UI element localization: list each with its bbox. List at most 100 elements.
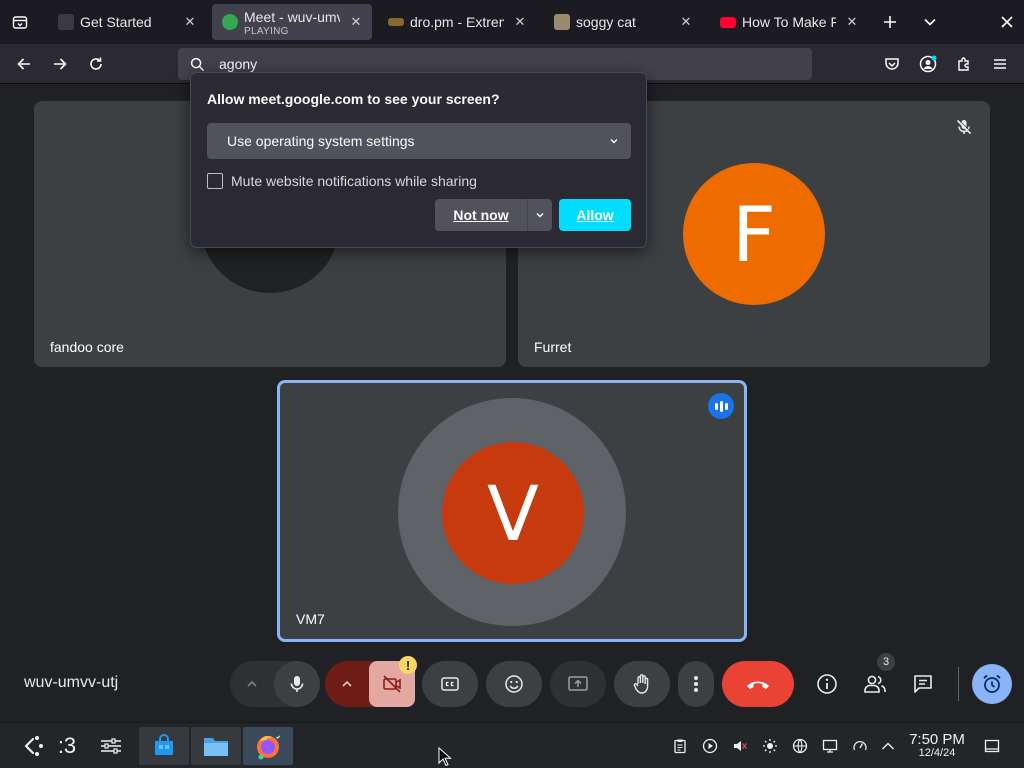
tab-youtube[interactable]: How To Make F ✕ (710, 4, 868, 40)
more-vert-icon (694, 676, 698, 692)
tab-bar: Get Started ✕ Meet - wuv-umvv-utj PLAYIN… (0, 0, 1024, 44)
closed-captions-icon (441, 677, 459, 691)
emoji-smile-icon (505, 675, 523, 693)
mic-icon (290, 676, 304, 692)
raise-hand-icon (633, 674, 649, 694)
discover-store-icon[interactable] (139, 727, 189, 765)
app-launcher-icon[interactable] (18, 727, 48, 765)
chevron-down-icon (610, 139, 618, 144)
clock-date: 12/4/24 (918, 747, 956, 759)
controls-divider (958, 667, 959, 701)
checkbox-label: Mute website notifications while sharing (231, 173, 477, 189)
reload-icon[interactable] (84, 52, 108, 76)
leave-call-button[interactable] (722, 661, 794, 707)
hamburger-menu-icon[interactable] (988, 52, 1012, 76)
tab-meet[interactable]: Meet - wuv-umvv-utj PLAYING ✕ (212, 4, 372, 40)
tab-title: Meet - wuv-umvv-utj (244, 9, 340, 25)
clipboard-icon[interactable] (670, 736, 690, 756)
alarm-clock-icon (983, 674, 1001, 693)
screen-source-select[interactable]: Use operating system settings (207, 123, 631, 159)
system-settings-icon[interactable] (96, 727, 126, 765)
soggy-cat-favicon-icon (554, 14, 570, 30)
brightness-sun-icon[interactable] (760, 736, 780, 756)
list-all-tabs-icon[interactable] (8, 10, 32, 34)
extensions-puzzle-icon[interactable] (952, 52, 976, 76)
tab-get-started[interactable]: Get Started ✕ (48, 4, 206, 40)
chat-button[interactable] (907, 668, 939, 700)
mouse-cursor-icon (438, 747, 452, 767)
camera-off-icon (383, 675, 401, 693)
tab-close-icon[interactable]: ✕ (182, 14, 198, 30)
mute-notifications-checkbox[interactable] (207, 173, 223, 189)
mic-muted-icon (954, 117, 974, 137)
participant-name: Furret (534, 339, 572, 355)
participant-tile-vm7[interactable]: V VM7 (277, 380, 747, 642)
pager-label[interactable]: :3 (52, 727, 82, 765)
reactions-button[interactable] (486, 661, 542, 707)
mic-button[interactable] (274, 661, 320, 707)
power-gauge-icon[interactable] (850, 736, 870, 756)
tab-close-icon[interactable]: ✕ (512, 14, 528, 30)
system-clock[interactable]: 7:50 PM 12/4/24 (904, 731, 970, 759)
not-now-dropdown-chevron-down-icon[interactable] (527, 199, 552, 231)
media-player-icon[interactable] (700, 736, 720, 756)
present-screen-icon (568, 676, 588, 691)
firefox-icon[interactable] (243, 727, 293, 765)
camera-options-chevron-up-icon[interactable] (325, 678, 369, 690)
avatar: V (442, 442, 584, 584)
dro-pm-favicon-icon (388, 18, 404, 26)
tab-overflow-chevron-down-icon[interactable] (918, 10, 942, 34)
activities-timer-button[interactable] (972, 664, 1012, 704)
address-input[interactable] (219, 56, 779, 72)
tab-close-icon[interactable]: ✕ (844, 14, 860, 30)
show-desktop-icon[interactable] (982, 736, 1002, 756)
audio-level-icon (708, 393, 734, 419)
dialog-title: Allow meet.google.com to see your screen… (207, 91, 500, 107)
hang-up-phone-icon (747, 681, 769, 689)
mute-notifications-option[interactable]: Mute website notifications while sharing (207, 173, 477, 189)
tab-close-icon[interactable]: ✕ (678, 14, 694, 30)
more-options-button[interactable] (678, 661, 714, 707)
not-now-split-button: Not now (435, 199, 552, 231)
tab-dro-pm[interactable]: dro.pm - Extreme ✕ (378, 4, 536, 40)
tab-title: Get Started (80, 14, 152, 30)
mic-options-chevron-up-icon[interactable] (230, 678, 274, 690)
account-icon[interactable] (916, 52, 940, 76)
back-arrow-icon[interactable] (12, 52, 36, 76)
allow-button[interactable]: Allow (559, 199, 631, 231)
info-icon (817, 674, 837, 694)
tab-title: dro.pm - Extreme (410, 14, 504, 30)
search-icon (190, 57, 205, 71)
raise-hand-button[interactable] (614, 661, 670, 707)
tray-expand-chevron-up-icon[interactable] (878, 736, 898, 756)
pocket-icon[interactable] (880, 52, 904, 76)
people-count-badge: 3 (877, 653, 895, 671)
window-close-icon[interactable] (995, 10, 1019, 34)
not-now-button[interactable]: Not now (435, 199, 527, 231)
new-tab-plus-icon[interactable] (878, 10, 902, 34)
people-button[interactable] (859, 668, 891, 700)
microphone-control (230, 661, 320, 707)
tab-title: How To Make F (742, 14, 836, 30)
tab-soggy-cat[interactable]: soggy cat ✕ (544, 4, 702, 40)
tab-title: soggy cat (576, 14, 636, 30)
screen-share-permission-dialog: Allow meet.google.com to see your screen… (190, 72, 647, 248)
volume-muted-icon[interactable] (730, 736, 750, 756)
file-manager-icon[interactable] (191, 727, 241, 765)
participant-name: fandoo core (50, 339, 124, 355)
get-started-favicon-icon (58, 14, 74, 30)
people-icon (864, 675, 886, 693)
tab-close-icon[interactable]: ✕ (348, 14, 364, 30)
captions-button[interactable] (422, 661, 478, 707)
youtube-favicon-icon (720, 16, 736, 28)
camera-warning-badge: ! (399, 656, 417, 674)
present-screen-button[interactable] (550, 661, 606, 707)
system-taskbar: :3 (0, 722, 1024, 768)
select-value: Use operating system settings (227, 133, 415, 149)
forward-arrow-icon[interactable] (48, 52, 72, 76)
network-globe-icon[interactable] (790, 736, 810, 756)
display-monitor-icon[interactable] (820, 736, 840, 756)
participant-name: VM7 (296, 611, 325, 627)
clock-time: 7:50 PM (909, 731, 965, 748)
meeting-details-button[interactable] (811, 668, 843, 700)
